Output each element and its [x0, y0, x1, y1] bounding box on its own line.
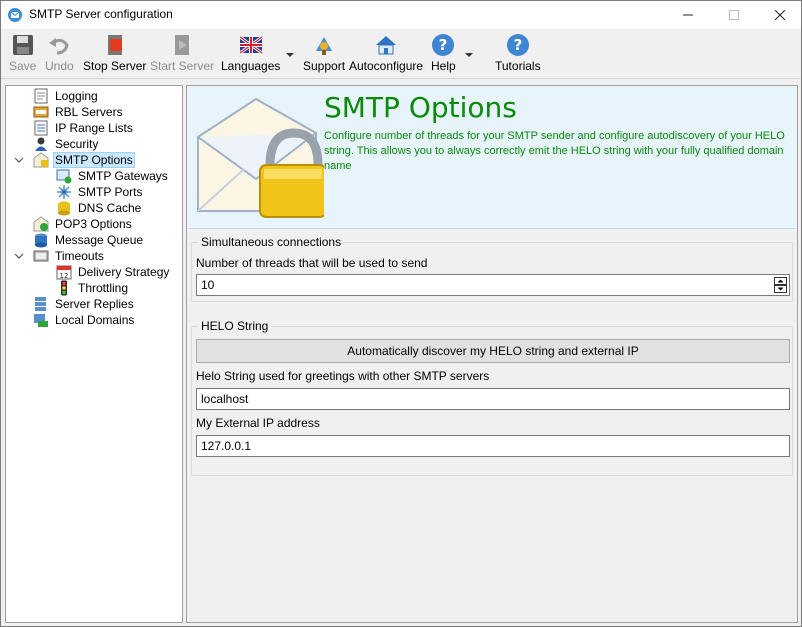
languages-label: Languages: [221, 59, 281, 73]
start-server-button[interactable]: Start Server: [150, 33, 214, 77]
secure-mail-icon: [197, 97, 324, 218]
tree-item-ip-range-lists[interactable]: IP Range Lists: [33, 120, 135, 136]
tutorials-button[interactable]: ? Tutorials: [495, 33, 541, 77]
connections-group-title: Simultaneous connections: [198, 235, 345, 249]
tree-item-delivery-strategy[interactable]: 12 Delivery Strategy: [56, 264, 171, 280]
languages-dropdown-icon[interactable]: [285, 51, 295, 59]
page-description: Configure number of threads for your SMT…: [324, 130, 785, 172]
tree-item-message-queue[interactable]: Message Queue: [33, 232, 145, 248]
tree-item-throttling[interactable]: Throttling: [56, 280, 130, 296]
smtp-options-icon: [33, 152, 49, 168]
app-window: SMTP Server configuration Save Undo Stop…: [0, 0, 802, 627]
stop-server-icon: [107, 35, 122, 55]
security-icon: [35, 137, 47, 151]
timeouts-icon: [33, 250, 49, 262]
log-icon: [34, 88, 48, 104]
page-header: SMTP Options Configure number of threads…: [188, 87, 796, 229]
minimize-icon: [683, 14, 693, 16]
minimize-button[interactable]: [665, 1, 711, 29]
ports-icon: [57, 185, 71, 199]
helo-group: HELO String Automatically discover my HE…: [191, 319, 793, 476]
tree-item-dns-cache[interactable]: DNS Cache: [56, 200, 143, 216]
helo-string-input[interactable]: localhost: [196, 388, 790, 410]
support-icon: [316, 37, 333, 55]
threads-label: Number of threads that will be used to s…: [196, 256, 428, 270]
helo-string-label: Helo String used for greetings with othe…: [196, 369, 490, 383]
tutorials-label: Tutorials: [495, 59, 541, 73]
save-label: Save: [9, 59, 37, 73]
help-button[interactable]: ? Help: [431, 33, 456, 77]
help-icon: ?: [432, 34, 455, 56]
discover-helo-label: Automatically discover my HELO string an…: [347, 344, 639, 358]
traffic-light-icon: [61, 280, 67, 296]
queue-icon: [35, 233, 47, 248]
undo-button[interactable]: Undo: [45, 33, 74, 77]
undo-label: Undo: [45, 59, 74, 73]
settings-tree: Logging RBL Servers IP Range Lists Secur…: [5, 85, 183, 623]
helo-group-title: HELO String: [198, 319, 272, 333]
tree-item-local-domains[interactable]: Local Domains: [33, 312, 136, 328]
dns-icon: [58, 201, 70, 216]
tutorials-icon: ?: [506, 34, 529, 56]
helo-string-value: localhost: [201, 392, 249, 406]
external-ip-input[interactable]: 127.0.0.1: [196, 435, 790, 457]
tree-item-pop3-options[interactable]: POP3 Options: [33, 216, 134, 232]
external-ip-value: 127.0.0.1: [201, 439, 252, 453]
svg-text:?: ?: [513, 36, 522, 54]
tree-item-server-replies[interactable]: Server Replies: [33, 296, 136, 312]
save-button[interactable]: Save: [9, 33, 36, 77]
close-button[interactable]: [757, 1, 802, 29]
page-title: SMTP Options: [324, 91, 517, 124]
threads-input[interactable]: 10: [196, 274, 790, 296]
server-icon: [35, 297, 46, 311]
close-icon: [775, 10, 785, 20]
stop-server-label: Stop Server: [83, 59, 147, 73]
tree-item-rbl-servers[interactable]: RBL Servers: [33, 104, 125, 120]
tree-item-logging[interactable]: Logging: [33, 88, 100, 104]
support-label: Support: [303, 59, 346, 73]
gateway-icon: [56, 169, 72, 184]
maximize-icon: [729, 10, 739, 20]
tree-item-smtp-ports[interactable]: SMTP Ports: [56, 184, 144, 200]
threads-spinner-icon[interactable]: [774, 277, 787, 293]
save-icon: [12, 35, 33, 55]
home-icon: [376, 36, 397, 55]
support-button[interactable]: Support: [303, 33, 345, 77]
ip-range-icon: [34, 120, 48, 136]
tree-item-security[interactable]: Security: [33, 136, 100, 152]
connections-group: Simultaneous connections Number of threa…: [191, 235, 793, 302]
undo-icon: [49, 38, 69, 55]
calendar-icon: 12: [56, 265, 72, 280]
window-title: SMTP Server configuration: [29, 7, 173, 21]
start-server-label: Start Server: [150, 59, 215, 73]
svg-text:12: 12: [60, 272, 69, 280]
languages-button[interactable]: Languages: [221, 33, 280, 77]
tree-item-smtp-options[interactable]: SMTP Options: [33, 152, 135, 168]
collapse-smtp-options-icon[interactable]: [14, 155, 24, 165]
help-dropdown-icon[interactable]: [464, 51, 474, 59]
domain-icon: [34, 314, 48, 327]
tree-item-smtp-gateways[interactable]: SMTP Gateways: [56, 168, 170, 184]
threads-value: 10: [201, 278, 215, 292]
start-server-icon: [175, 35, 190, 55]
external-ip-label: My External IP address: [196, 416, 320, 430]
main-panel: SMTP Options Configure number of threads…: [186, 85, 798, 623]
pop3-icon: [33, 216, 49, 232]
tree-item-timeouts[interactable]: Timeouts: [33, 248, 106, 264]
collapse-timeouts-icon[interactable]: [14, 251, 24, 261]
autoconfigure-button[interactable]: Autoconfigure: [349, 33, 423, 77]
discover-helo-button[interactable]: Automatically discover my HELO string an…: [196, 339, 790, 363]
stop-server-button[interactable]: Stop Server: [83, 33, 146, 77]
help-label: Help: [431, 59, 456, 73]
app-icon: [8, 8, 22, 22]
rbl-icon: [33, 106, 49, 118]
toolbar: Save Undo Stop Server Start Server Langu…: [1, 29, 801, 79]
title-bar: SMTP Server configuration: [1, 1, 801, 29]
uk-flag-icon: [238, 35, 263, 55]
svg-text:?: ?: [439, 36, 448, 54]
maximize-button: [711, 1, 757, 29]
autoconfigure-label: Autoconfigure: [349, 59, 424, 73]
